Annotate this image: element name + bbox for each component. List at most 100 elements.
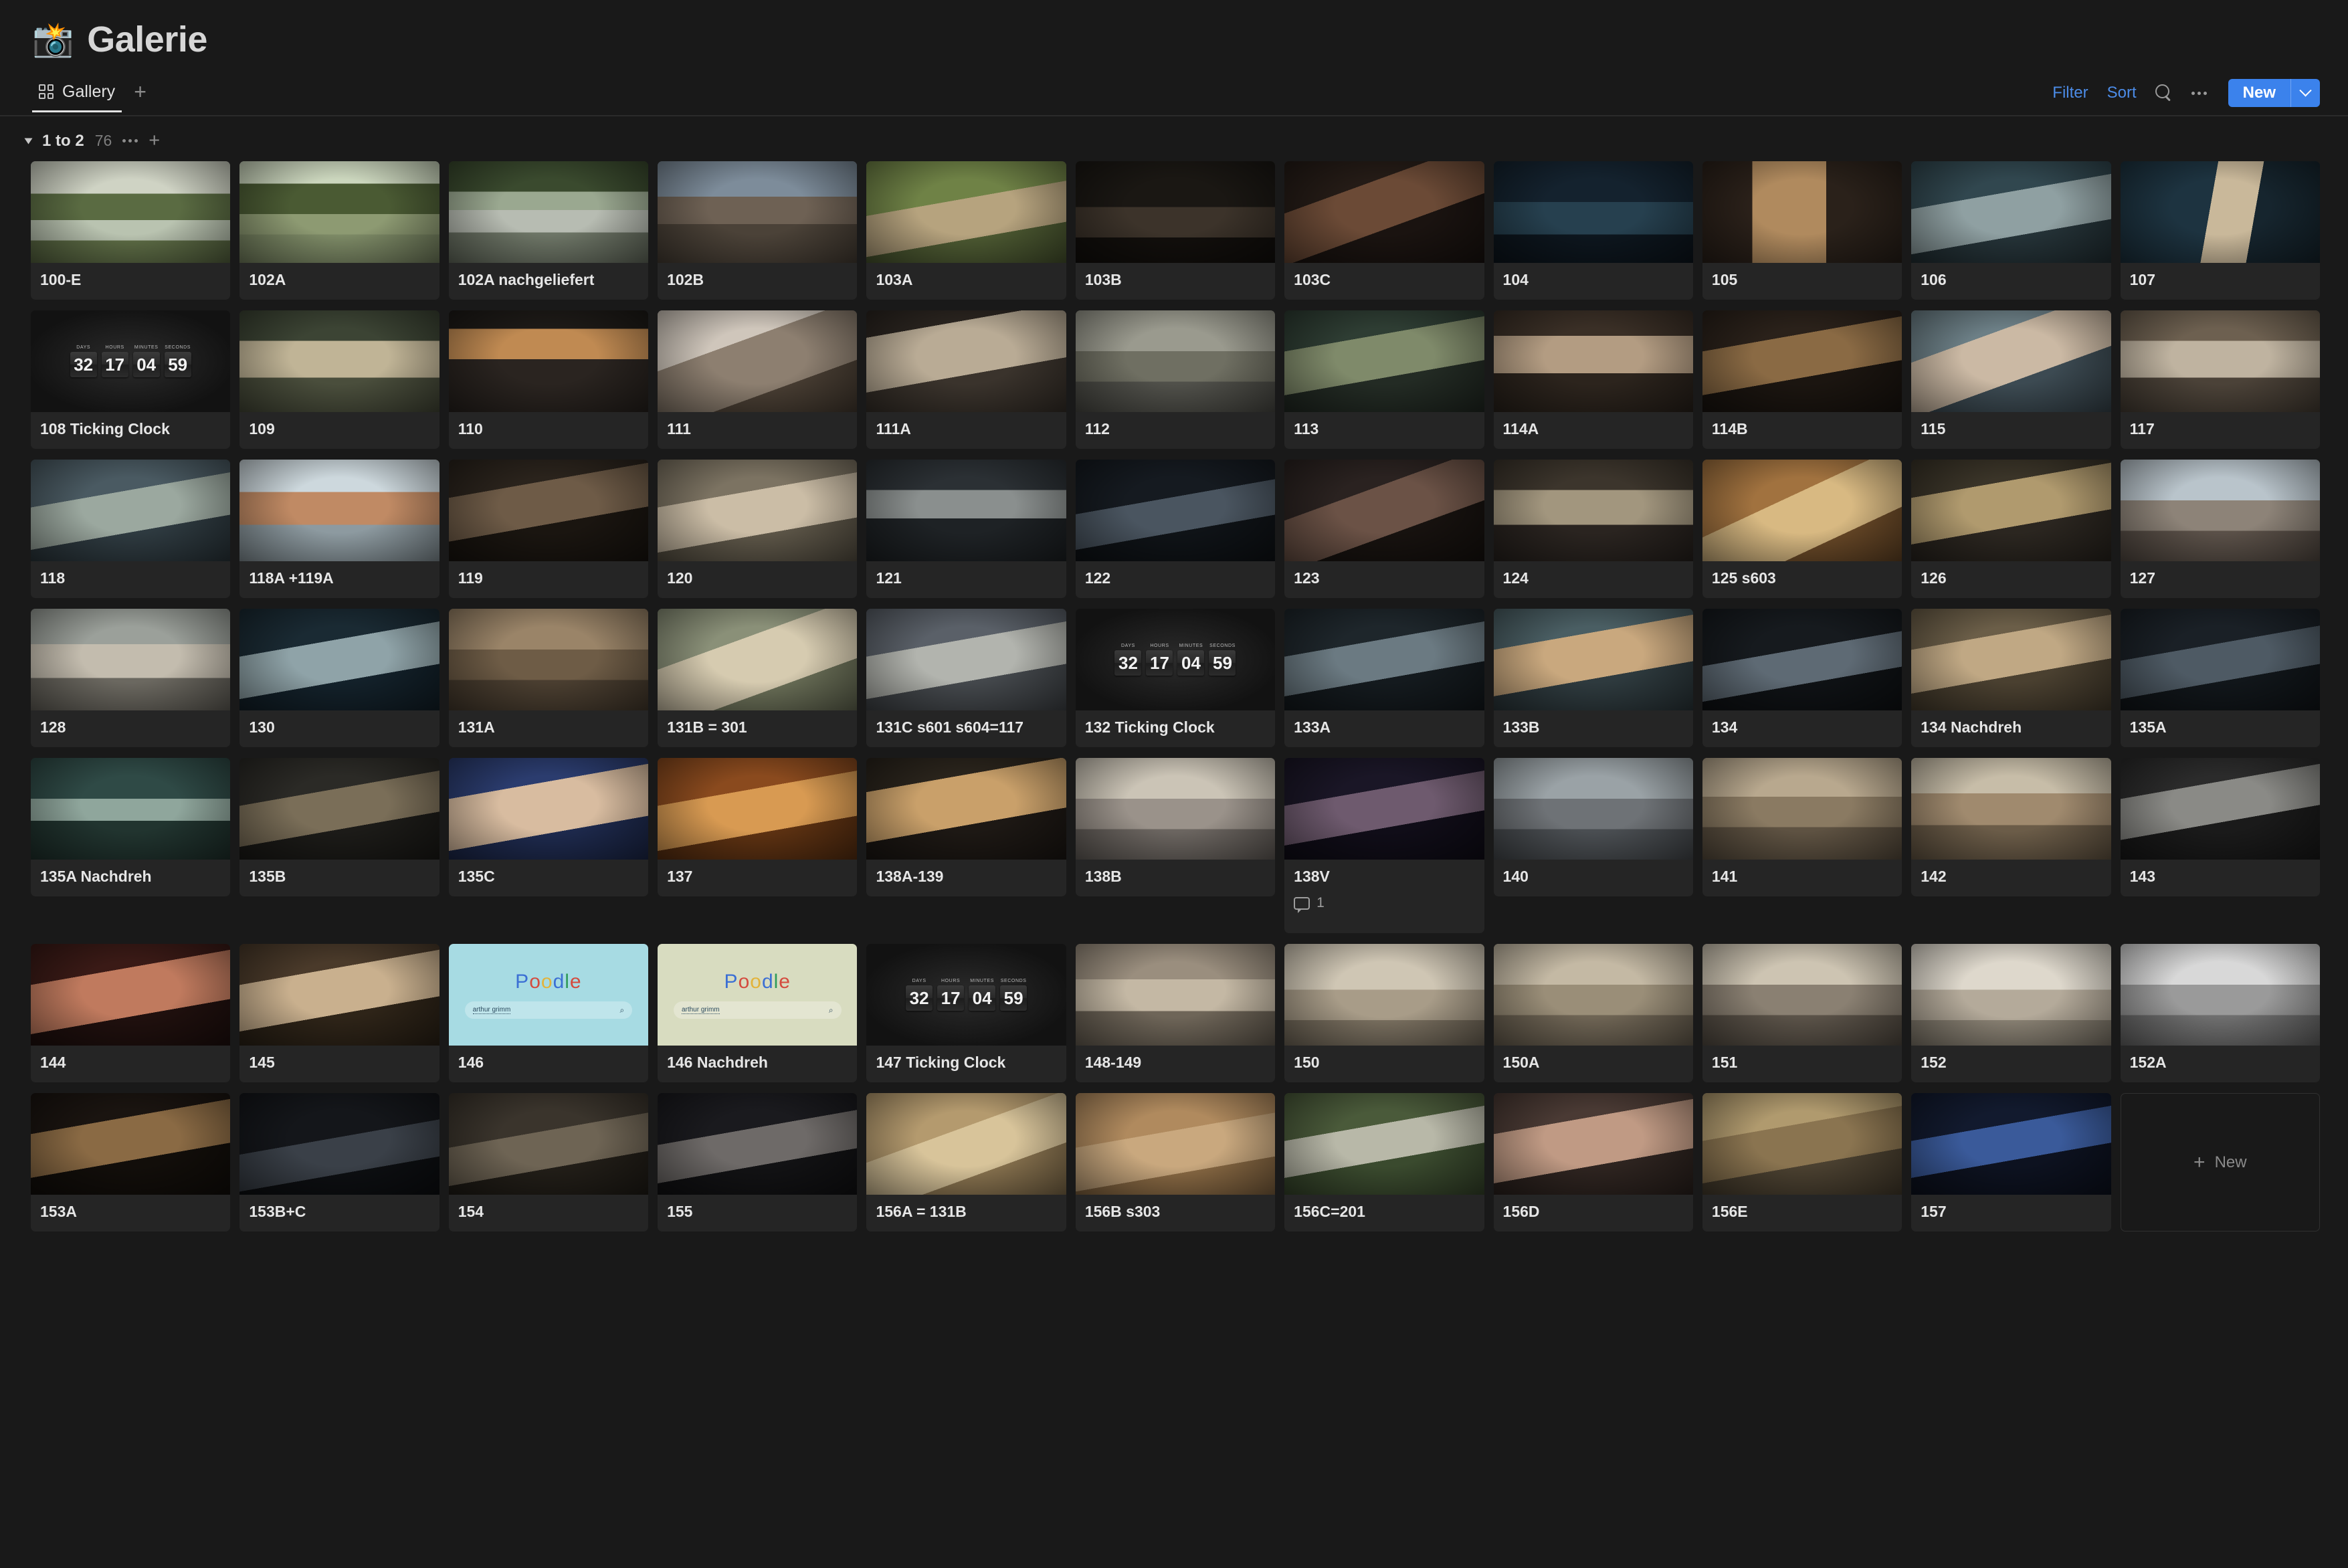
- gallery-card[interactable]: 102A: [239, 161, 439, 300]
- new-card-button[interactable]: + New: [2120, 1093, 2320, 1232]
- gallery-card[interactable]: 104: [1493, 161, 1693, 300]
- gallery-card[interactable]: 143: [2120, 758, 2320, 896]
- gallery-card[interactable]: 102A nachgeliefert: [448, 161, 649, 300]
- gallery-card[interactable]: 114A: [1493, 310, 1693, 449]
- gallery-card[interactable]: 130: [239, 609, 439, 747]
- gallery-card[interactable]: 105: [1702, 161, 1902, 300]
- gallery-card[interactable]: 150: [1284, 944, 1484, 1082]
- gallery-card[interactable]: 157: [1911, 1093, 2111, 1232]
- gallery-card[interactable]: 100-E: [31, 161, 231, 300]
- gallery-card[interactable]: 103A: [866, 161, 1066, 300]
- gallery-card[interactable]: 140: [1493, 758, 1693, 896]
- gallery-card[interactable]: 109: [239, 310, 439, 449]
- card-thumbnail: [1493, 944, 1693, 1046]
- gallery-card[interactable]: 153A: [31, 1093, 231, 1232]
- gallery-card[interactable]: 111A: [866, 310, 1066, 449]
- gallery-card[interactable]: Poodle arthur grimm ⌕ 146: [448, 944, 649, 1082]
- gallery-card[interactable]: 119: [448, 460, 649, 598]
- gallery-card[interactable]: 134: [1702, 609, 1902, 747]
- gallery-card[interactable]: 148-149: [1075, 944, 1276, 1082]
- gallery-card[interactable]: 138A-139: [866, 758, 1066, 896]
- gallery-card[interactable]: Poodle arthur grimm ⌕ 146 Nachdreh: [658, 944, 858, 1082]
- gallery-card[interactable]: 124: [1493, 460, 1693, 598]
- gallery-card[interactable]: 135B: [239, 758, 439, 896]
- gallery-card[interactable]: 137: [658, 758, 858, 896]
- gallery-card[interactable]: 152A: [2120, 944, 2320, 1082]
- gallery-card[interactable]: 151: [1702, 944, 1902, 1082]
- gallery-card[interactable]: 152: [1911, 944, 2111, 1082]
- gallery-card[interactable]: 135C: [448, 758, 649, 896]
- gallery-card[interactable]: 120: [658, 460, 858, 598]
- gallery-card[interactable]: 131B = 301: [658, 609, 858, 747]
- gallery-card[interactable]: 156B s303: [1075, 1093, 1276, 1232]
- gallery-card[interactable]: 138B: [1075, 758, 1276, 896]
- gallery-card[interactable]: 131A: [448, 609, 649, 747]
- search-icon[interactable]: [2155, 84, 2173, 102]
- gallery-card[interactable]: 114B: [1702, 310, 1902, 449]
- thumbnail-vignette: [1911, 161, 2111, 263]
- gallery-card[interactable]: 156C=201: [1284, 1093, 1484, 1232]
- gallery-card[interactable]: 155: [658, 1093, 858, 1232]
- card-thumbnail: [658, 460, 858, 561]
- add-view-button[interactable]: +: [126, 81, 155, 112]
- gallery-card[interactable]: 145: [239, 944, 439, 1082]
- gallery-card[interactable]: 122: [1075, 460, 1276, 598]
- gallery-card[interactable]: 141: [1702, 758, 1902, 896]
- gallery-card[interactable]: 133B: [1493, 609, 1693, 747]
- gallery-card[interactable]: 126: [1911, 460, 2111, 598]
- gallery-card[interactable]: 138V 1: [1284, 758, 1484, 933]
- gallery-card[interactable]: 123: [1284, 460, 1484, 598]
- gallery-card[interactable]: 107: [2120, 161, 2320, 300]
- more-options-icon[interactable]: [2191, 91, 2207, 95]
- gallery-card[interactable]: 118A +119A: [239, 460, 439, 598]
- gallery-card[interactable]: 156A = 131B: [866, 1093, 1066, 1232]
- gallery-card[interactable]: 128: [31, 609, 231, 747]
- tab-gallery[interactable]: Gallery: [32, 82, 122, 112]
- gallery-card[interactable]: 103B: [1075, 161, 1276, 300]
- gallery-card[interactable]: 144: [31, 944, 231, 1082]
- gallery-card[interactable]: 106: [1911, 161, 2111, 300]
- plus-icon: +: [2193, 1151, 2206, 1173]
- gallery-card[interactable]: 118: [31, 460, 231, 598]
- chevron-down-icon[interactable]: [2290, 79, 2320, 107]
- gallery-card[interactable]: 111: [658, 310, 858, 449]
- sort-button[interactable]: Sort: [2107, 84, 2137, 102]
- card-comment-count[interactable]: 1: [1284, 886, 1484, 913]
- gallery-card[interactable]: 115: [1911, 310, 2111, 449]
- gallery-card-title: 118A +119A: [249, 569, 334, 587]
- gallery-card[interactable]: DAYS 32 HOURS 17 MINUTES 04 SECONDS 59 108 Ticki…: [31, 310, 231, 449]
- gallery-card[interactable]: 121: [866, 460, 1066, 598]
- gallery-card-title: 152A: [2129, 1054, 2167, 1071]
- gallery-card[interactable]: 135A: [2120, 609, 2320, 747]
- gallery-card[interactable]: 125 s603: [1702, 460, 1902, 598]
- filter-button[interactable]: Filter: [2052, 84, 2088, 102]
- gallery-card[interactable]: 103C: [1284, 161, 1484, 300]
- triangle-down-icon[interactable]: [24, 138, 33, 144]
- thumbnail-vignette: [1911, 758, 2111, 860]
- gallery-card[interactable]: 102B: [658, 161, 858, 300]
- card-thumbnail: [1284, 1093, 1484, 1195]
- card-thumbnail: [448, 1093, 649, 1195]
- gallery-card[interactable]: 135A Nachdreh: [31, 758, 231, 896]
- gallery-card-title: 156B s303: [1084, 1203, 1161, 1220]
- gallery-card[interactable]: 142: [1911, 758, 2111, 896]
- new-button[interactable]: New: [2228, 79, 2320, 107]
- gallery-card[interactable]: 110: [448, 310, 649, 449]
- gallery-card[interactable]: 156D: [1493, 1093, 1693, 1232]
- gallery-card[interactable]: DAYS 32 HOURS 17 MINUTES 04 SECONDS 59 132 Ticki…: [1075, 609, 1276, 747]
- gallery-card[interactable]: DAYS 32 HOURS 17 MINUTES 04 SECONDS 59 147 Ticki…: [866, 944, 1066, 1082]
- gallery-card[interactable]: 153B+C: [239, 1093, 439, 1232]
- gallery-card[interactable]: 133A: [1284, 609, 1484, 747]
- gallery-card[interactable]: 127: [2120, 460, 2320, 598]
- gallery-card[interactable]: 131C s601 s604=117: [866, 609, 1066, 747]
- gallery-card[interactable]: 117: [2120, 310, 2320, 449]
- gallery-card[interactable]: 150A: [1493, 944, 1693, 1082]
- gallery-card[interactable]: 154: [448, 1093, 649, 1232]
- gallery-card[interactable]: 112: [1075, 310, 1276, 449]
- group-add-icon[interactable]: +: [149, 131, 160, 151]
- gallery-card[interactable]: 134 Nachdreh: [1911, 609, 2111, 747]
- gallery-card[interactable]: 113: [1284, 310, 1484, 449]
- gallery-card[interactable]: 156E: [1702, 1093, 1902, 1232]
- group-more-icon[interactable]: [122, 139, 138, 142]
- gallery-card-title: 112: [1084, 420, 1110, 437]
